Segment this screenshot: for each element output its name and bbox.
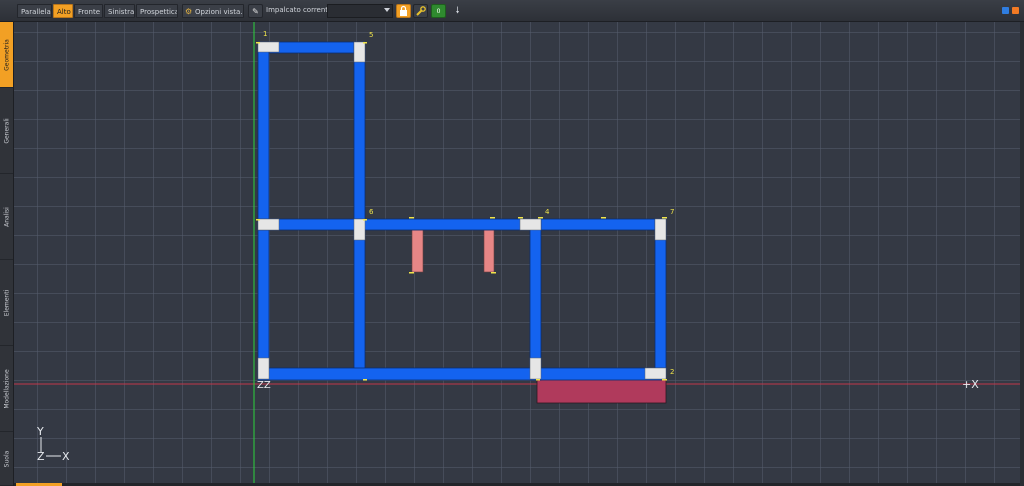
lock-icon[interactable] [396,4,411,18]
chevron-down-icon [384,8,390,12]
tab-suola[interactable]: Suola [0,432,13,486]
node-2[interactable] [644,367,667,380]
side-tab-strip: Geometria Generali Analisi Elementi Mode… [0,22,14,486]
tab-suola-label: Suola [3,450,10,467]
view-top-button[interactable]: Alto [53,4,73,18]
x-axis-label: +X [962,378,979,391]
node-origin[interactable] [257,357,270,380]
pin-icon[interactable]: 🠗 [450,4,465,18]
structure-drawing: 1 5 6 4 7 2 +X ZZ Y Z X [14,22,1020,486]
view-perspective-button[interactable]: Prospettica [136,4,178,18]
node-bottom-mid[interactable] [529,357,542,380]
current-floor-label: Impalcato corrente: [266,6,335,14]
add-icon[interactable] [1002,7,1009,14]
top-toolbar: Parallela Alto Fronte Sinistra Prospetti… [0,0,1024,22]
tab-analisi[interactable]: Analisi [0,174,13,260]
tab-geometria-label: Geometria [3,38,10,71]
beam-middle-column[interactable] [353,41,366,381]
right-edge [1020,22,1024,486]
view-front-button[interactable]: Fronte [74,4,103,18]
pink-beam-right[interactable] [483,229,495,273]
pointer-icon[interactable]: ✎ [248,4,263,18]
pink-beam-left[interactable] [411,229,424,273]
tab-generali[interactable]: Generali [0,88,13,174]
top-view-canvas[interactable]: 1 5 6 4 7 2 +X ZZ Y Z X [14,22,1020,486]
view-options-button[interactable]: ⚙ Opzioni vista... [182,4,244,18]
node-4[interactable] [519,218,542,231]
wrench-icon[interactable] [413,4,428,18]
foundation-slab[interactable] [536,378,667,404]
tab-modellazione[interactable]: Modellazione [0,346,13,432]
tab-analisi-label: Analisi [3,206,10,227]
tab-generali-label: Generali [3,117,10,144]
view-options-icon: ⚙ [185,7,193,16]
node-label-6: 6 [369,208,374,216]
node-markers [256,42,667,381]
count-badge[interactable]: 0 [431,4,446,18]
beam-right-column[interactable] [654,218,667,380]
tab-elementi[interactable]: Elementi [0,260,13,346]
node-1[interactable] [257,41,280,53]
node-7[interactable] [654,218,667,241]
origin-label: ZZ [257,380,271,391]
node-label-4: 4 [545,208,550,216]
node-label-5: 5 [369,31,373,39]
beam-bottom-horizontal[interactable] [257,367,667,381]
beam-left-column[interactable] [257,41,270,381]
node-5[interactable] [353,41,366,63]
gizmo-z-label: Z [37,450,45,463]
view-left-button[interactable]: Sinistra [104,4,135,18]
beam-mid-horizontal[interactable] [257,218,667,231]
node-left-mid[interactable] [257,218,280,231]
gizmo-x-label: X [62,450,70,463]
axis-gizmo: Y Z X [36,425,70,463]
gizmo-y-label: Y [36,425,44,438]
current-floor-select[interactable] [327,4,393,18]
view-options-label: Opzioni vista... [195,8,244,16]
close-icon[interactable] [1012,7,1019,14]
node-label-1: 1 [263,30,267,38]
node-label-7: 7 [670,208,674,216]
beam-right-inner-column[interactable] [529,218,542,381]
tab-geometria[interactable]: Geometria [0,22,13,88]
view-parallel-button[interactable]: Parallela [17,4,52,18]
node-6[interactable] [353,218,366,241]
tab-modellazione-label: Modellazione [3,368,10,409]
tab-elementi-label: Elementi [3,289,10,316]
node-label-2: 2 [670,368,674,376]
